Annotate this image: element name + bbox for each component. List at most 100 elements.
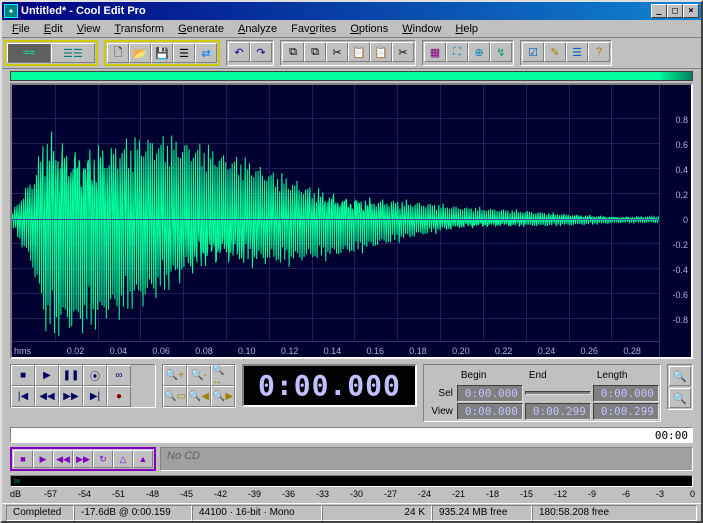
- db-tick: -51: [112, 489, 125, 499]
- settings-button[interactable]: ☑: [522, 42, 544, 62]
- zoom-vert-in-button[interactable]: 🔍: [669, 366, 691, 386]
- application-window: ✦ Untitled* - Cool Edit Pro _ □ × File E…: [0, 0, 703, 523]
- status-level: -17.6dB @ 0:00.159: [74, 505, 192, 521]
- play-to-end-button[interactable]: ⦿: [83, 365, 107, 386]
- amp-tick: -0.4: [672, 265, 688, 275]
- stats-button[interactable]: ↯: [490, 42, 512, 62]
- zoom-in-button[interactable]: 🔍+: [163, 365, 187, 386]
- batch-button[interactable]: ☰: [173, 43, 195, 63]
- menubar: File Edit View Transform Generate Analyz…: [2, 20, 701, 38]
- db-tick: -30: [350, 489, 363, 499]
- zoom-full-button[interactable]: 🔍↔: [211, 365, 235, 386]
- spectral-button[interactable]: ▦: [424, 42, 446, 62]
- sel-end[interactable]: [525, 391, 591, 395]
- zoom-in-left-button[interactable]: 🔍◀: [187, 386, 211, 407]
- zoom-selection-button[interactable]: 🔍▭: [163, 386, 187, 407]
- paste-button[interactable]: 📋: [348, 42, 370, 62]
- redo-button[interactable]: ↷: [250, 42, 272, 62]
- cue-list-button[interactable]: ☰: [566, 42, 588, 62]
- sel-length[interactable]: 0:00.000: [593, 385, 659, 402]
- statusbar: Completed -17.6dB @ 0:00.159 44100 · 16-…: [2, 503, 701, 521]
- zoom-vert-out-button[interactable]: 🔍: [669, 388, 691, 408]
- ruler-tick: 0.22: [495, 346, 513, 356]
- stop-button[interactable]: ■: [11, 365, 35, 386]
- ruler-tick: 0.06: [152, 346, 170, 356]
- pause-button[interactable]: ❚❚: [59, 365, 83, 386]
- status-completed: Completed: [6, 505, 74, 521]
- view-length[interactable]: 0:00.299: [593, 403, 659, 420]
- navigation-bar[interactable]: 00:00: [10, 427, 693, 443]
- db-tick: -27: [384, 489, 397, 499]
- time-ruler[interactable]: hms 0.020.040.060.080.100.120.140.160.18…: [12, 341, 659, 357]
- cd-next-button[interactable]: ▶▶: [73, 450, 93, 468]
- titlebar[interactable]: ✦ Untitled* - Cool Edit Pro _ □ ×: [2, 2, 701, 20]
- phase-analysis-button[interactable]: ⊕: [468, 42, 490, 62]
- trim-button[interactable]: ✂: [392, 42, 414, 62]
- sel-begin[interactable]: 0:00.000: [457, 385, 523, 402]
- db-tick: 0: [690, 489, 695, 499]
- ffwd-button[interactable]: ▶▶: [59, 386, 83, 407]
- menu-transform[interactable]: Transform: [108, 22, 170, 36]
- menu-window[interactable]: Window: [396, 22, 447, 36]
- waveform-view-button[interactable]: ≈≈: [7, 43, 51, 63]
- go-start-button[interactable]: |◀: [11, 386, 35, 407]
- menu-file[interactable]: File: [6, 22, 36, 36]
- amp-tick: -0.6: [672, 290, 688, 300]
- convert-button[interactable]: ⇄: [195, 43, 217, 63]
- cd-stop-button[interactable]: ■: [13, 450, 33, 468]
- record-button[interactable]: ●: [107, 386, 131, 407]
- cd-refresh-button[interactable]: ↻: [93, 450, 113, 468]
- play-looped-button[interactable]: ∞: [107, 365, 131, 386]
- close-button[interactable]: ×: [683, 4, 699, 18]
- go-end-button[interactable]: ▶|: [83, 386, 107, 407]
- mix-paste-button[interactable]: 📋: [370, 42, 392, 62]
- cd-eject-button[interactable]: ▲: [133, 450, 153, 468]
- menu-edit[interactable]: Edit: [38, 22, 69, 36]
- db-tick: -45: [180, 489, 193, 499]
- play-button[interactable]: ▶: [35, 365, 59, 386]
- view-begin[interactable]: 0:00.000: [457, 403, 523, 420]
- db-tick: -21: [452, 489, 465, 499]
- db-tick: -36: [282, 489, 295, 499]
- waveform-area[interactable]: hms 0.020.040.060.080.100.120.140.160.18…: [10, 83, 693, 359]
- cd-extract-button[interactable]: △: [113, 450, 133, 468]
- zoom-out-button[interactable]: 🔍-: [187, 365, 211, 386]
- cut-button[interactable]: ✂: [326, 42, 348, 62]
- waveform-canvas[interactable]: hms 0.020.040.060.080.100.120.140.160.18…: [12, 85, 659, 357]
- open-file-button[interactable]: 📂: [129, 43, 151, 63]
- db-tick: -42: [214, 489, 227, 499]
- rewind-button[interactable]: ◀◀: [35, 386, 59, 407]
- multitrack-view-button[interactable]: ☰☰: [51, 43, 95, 63]
- ruler-tick: 0.20: [452, 346, 470, 356]
- maximize-button[interactable]: □: [667, 4, 683, 18]
- timecode-display[interactable]: 0:00.000: [242, 364, 417, 407]
- col-length: Length: [593, 370, 659, 381]
- zoom-in-right-button[interactable]: 🔍▶: [211, 386, 235, 407]
- menu-view[interactable]: View: [71, 22, 107, 36]
- db-tick: -33: [316, 489, 329, 499]
- save-file-button[interactable]: 💾: [151, 43, 173, 63]
- minimize-button[interactable]: _: [651, 4, 667, 18]
- view-end[interactable]: 0:00.299: [525, 403, 591, 420]
- status-size: 24 K: [322, 505, 432, 521]
- selection-view-table: Begin End Length Sel 0:00.000 0:00.000 V…: [423, 364, 661, 422]
- new-file-button[interactable]: 🗋: [107, 43, 129, 63]
- overview-strip[interactable]: [10, 71, 693, 81]
- level-meter[interactable]: [10, 475, 693, 487]
- copy-new-button[interactable]: ⧉: [304, 42, 326, 62]
- menu-generate[interactable]: Generate: [172, 22, 230, 36]
- menu-analyze[interactable]: Analyze: [232, 22, 283, 36]
- status-disk: 935.24 MB free: [432, 505, 532, 521]
- menu-options[interactable]: Options: [344, 22, 394, 36]
- cd-prev-button[interactable]: ◀◀: [53, 450, 73, 468]
- help-button[interactable]: ?: [588, 42, 610, 62]
- menu-favorites[interactable]: Favorites: [285, 22, 342, 36]
- cd-play-button[interactable]: ▶: [33, 450, 53, 468]
- db-tick: -15: [520, 489, 533, 499]
- amplitude-scale: 0.80.60.40.20-0.2-0.4-0.6-0.8: [659, 85, 691, 357]
- copy-button[interactable]: ⧉: [282, 42, 304, 62]
- freq-analysis-button[interactable]: ⛶: [446, 42, 468, 62]
- scripts-button[interactable]: ✎: [544, 42, 566, 62]
- menu-help[interactable]: Help: [449, 22, 484, 36]
- undo-button[interactable]: ↶: [228, 42, 250, 62]
